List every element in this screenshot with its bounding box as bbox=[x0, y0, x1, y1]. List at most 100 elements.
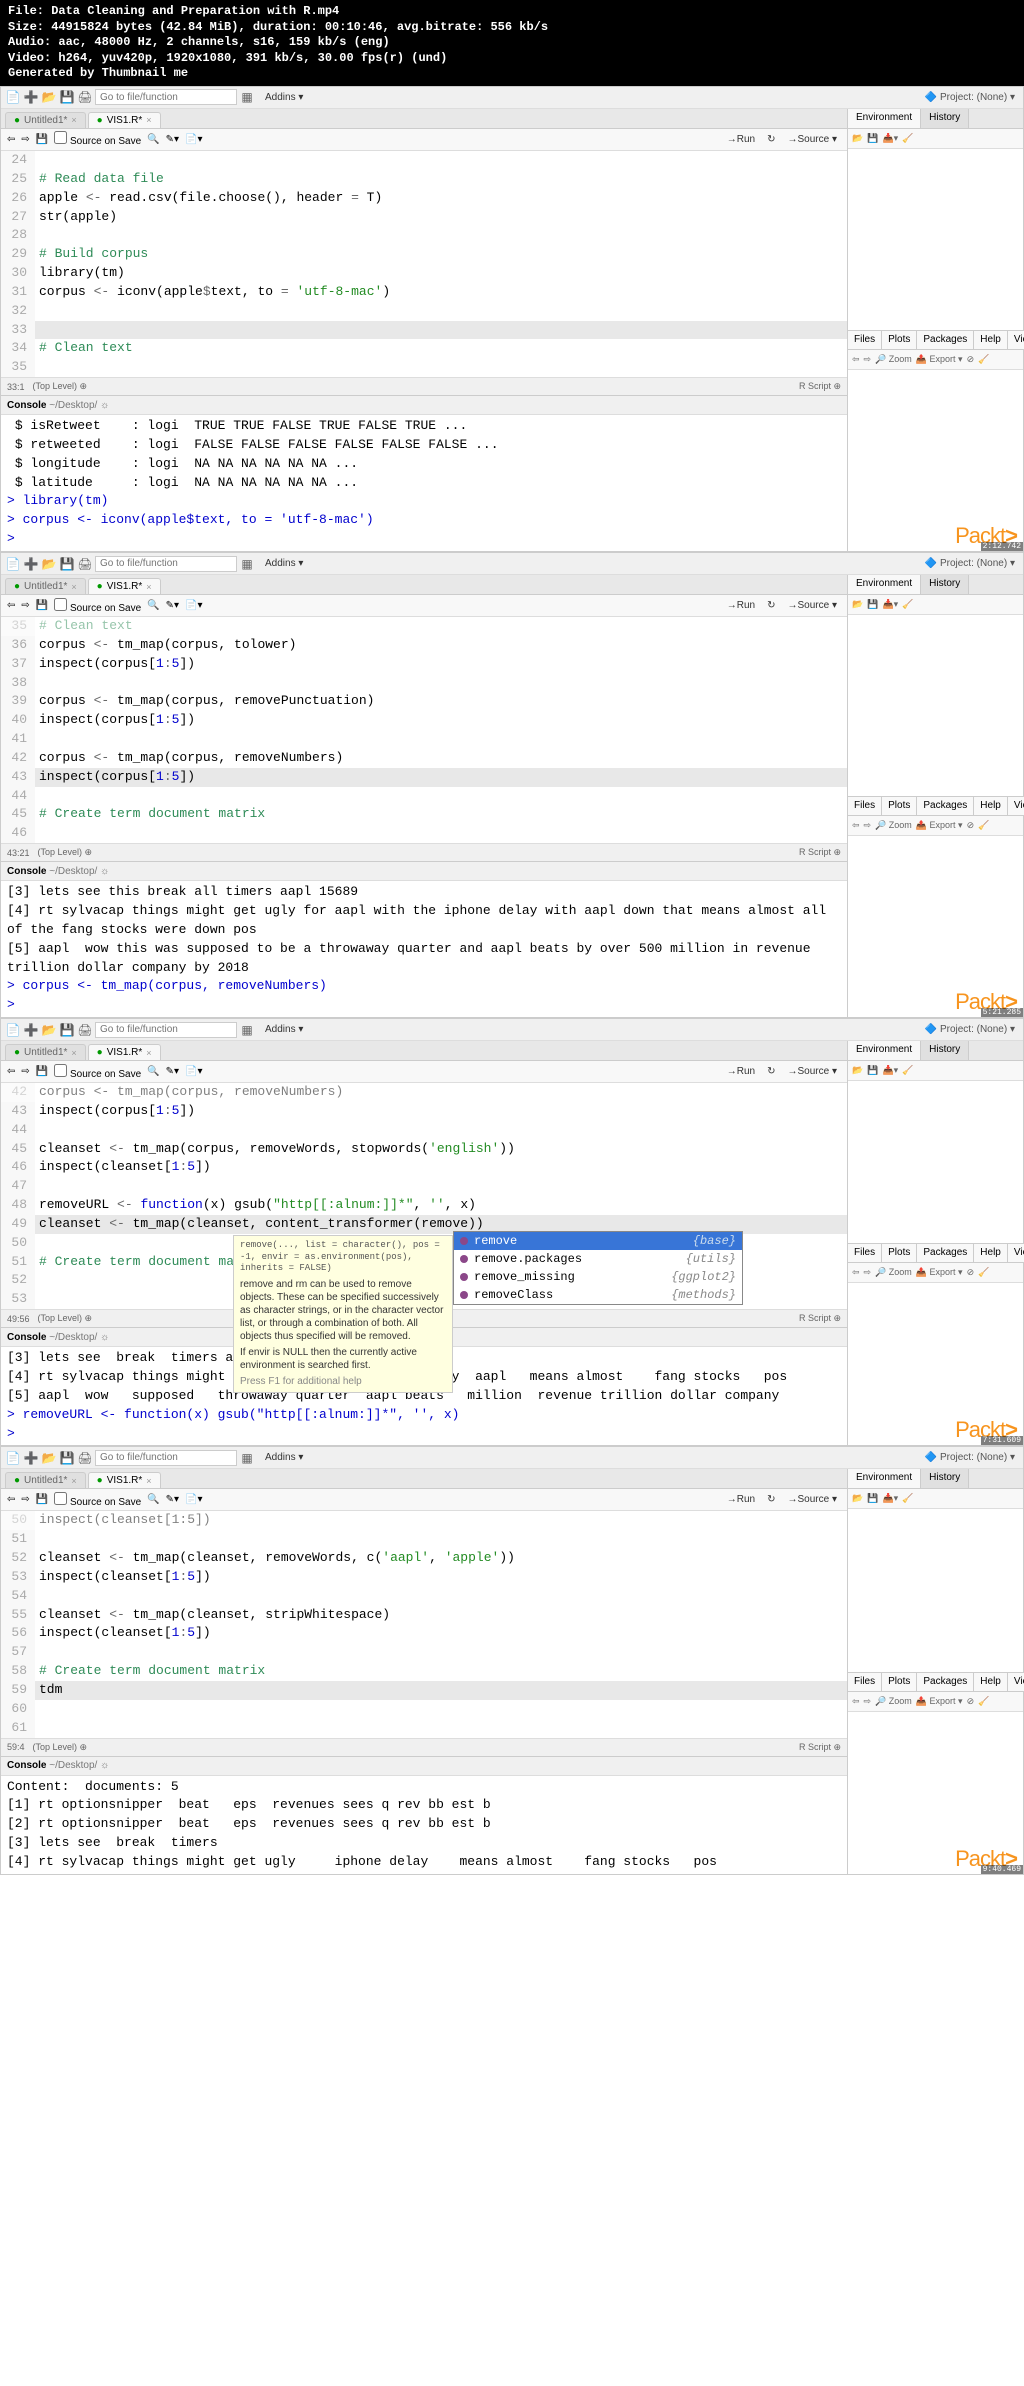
source-button[interactable]: →Source ▾ bbox=[784, 1493, 841, 1506]
load-icon[interactable]: 📂 bbox=[852, 1493, 863, 1504]
project-selector[interactable]: 🔷 Project: (None) ▾ bbox=[925, 1452, 1019, 1463]
export-btn[interactable]: 📤 Export ▾ bbox=[916, 1696, 963, 1707]
open-icon[interactable]: 📂 bbox=[41, 1022, 57, 1038]
save-btn[interactable]: 💾 bbox=[36, 1066, 48, 1077]
run-button[interactable]: →Run bbox=[723, 133, 759, 146]
go-to-input[interactable] bbox=[95, 1022, 237, 1038]
find-icon[interactable]: 🔍 bbox=[147, 1066, 159, 1077]
export-btn[interactable]: 📤 Export ▾ bbox=[916, 1267, 963, 1278]
tab-files[interactable]: Files bbox=[848, 797, 882, 815]
wand-icon[interactable]: ✎▾ bbox=[166, 1494, 179, 1505]
new-icon[interactable]: 📄 bbox=[5, 1022, 21, 1038]
tab-environment[interactable]: Environment bbox=[848, 575, 921, 594]
source-on-save[interactable]: Source on Save bbox=[54, 598, 141, 614]
rerun-button[interactable]: ↻ bbox=[763, 1065, 779, 1078]
zoom-btn[interactable]: 🔎 Zoom bbox=[875, 354, 912, 365]
print-icon[interactable]: 🖨 bbox=[77, 556, 93, 572]
scope-indicator[interactable]: (Top Level) ⊕ bbox=[33, 1742, 88, 1753]
load-icon[interactable]: 📂 bbox=[852, 599, 863, 610]
save-env-icon[interactable]: 💾 bbox=[867, 133, 878, 144]
wand-icon[interactable]: ✎▾ bbox=[166, 1066, 179, 1077]
rerun-button[interactable]: ↻ bbox=[763, 599, 779, 612]
plus-icon[interactable]: ➕ bbox=[23, 1022, 39, 1038]
zoom-btn[interactable]: 🔎 Zoom bbox=[875, 1267, 912, 1278]
tab-viewer[interactable]: Viewer bbox=[1008, 1673, 1024, 1691]
scope-indicator[interactable]: (Top Level) ⊕ bbox=[38, 1313, 93, 1324]
zoom-btn[interactable]: 🔎 Zoom bbox=[875, 1696, 912, 1707]
wand-icon[interactable]: ✎▾ bbox=[166, 134, 179, 145]
prev-plot-icon[interactable]: ⇦ bbox=[852, 820, 860, 831]
clear-plots-icon[interactable]: 🧹 bbox=[978, 1696, 989, 1707]
source-button[interactable]: →Source ▾ bbox=[784, 599, 841, 612]
addins-menu[interactable]: Addins ▾ bbox=[257, 92, 311, 103]
back-icon[interactable]: ⇦ bbox=[7, 600, 15, 611]
save-icon[interactable]: 💾 bbox=[59, 1450, 75, 1466]
find-icon[interactable]: 🔍 bbox=[147, 1494, 159, 1505]
code-editor[interactable]: 35# Clean text36corpus <- tm_map(corpus,… bbox=[1, 617, 847, 843]
tab-script[interactable]: ●VIS1.R*× bbox=[88, 578, 161, 594]
project-selector[interactable]: 🔷 Project: (None) ▾ bbox=[925, 92, 1019, 103]
go-to-input[interactable] bbox=[95, 556, 237, 572]
zoom-btn[interactable]: 🔎 Zoom bbox=[875, 820, 912, 831]
save-env-icon[interactable]: 💾 bbox=[867, 1493, 878, 1504]
run-button[interactable]: →Run bbox=[723, 1493, 759, 1506]
next-plot-icon[interactable]: ⇨ bbox=[864, 1696, 872, 1707]
print-icon[interactable]: 🖨 bbox=[77, 89, 93, 105]
tab-files[interactable]: Files bbox=[848, 1673, 882, 1691]
source-on-save[interactable]: Source on Save bbox=[54, 1064, 141, 1080]
addins-menu[interactable]: Addins ▾ bbox=[257, 1024, 311, 1035]
wand-icon[interactable]: ✎▾ bbox=[166, 600, 179, 611]
tab-history[interactable]: History bbox=[921, 1041, 969, 1060]
load-icon[interactable]: 📂 bbox=[852, 133, 863, 144]
tab-history[interactable]: History bbox=[921, 1469, 969, 1488]
tab-plots[interactable]: Plots bbox=[882, 797, 917, 815]
tab-packages[interactable]: Packages bbox=[917, 797, 974, 815]
tab-untitled[interactable]: ●Untitled1*× bbox=[5, 1044, 86, 1060]
compile-icon[interactable]: 📄▾ bbox=[185, 600, 202, 611]
tab-packages[interactable]: Packages bbox=[917, 1244, 974, 1262]
back-icon[interactable]: ⇦ bbox=[7, 1494, 15, 1505]
forward-icon[interactable]: ⇨ bbox=[21, 134, 29, 145]
autocomplete-item[interactable]: remove{base} bbox=[454, 1232, 742, 1250]
save-icon[interactable]: 💾 bbox=[59, 89, 75, 105]
scope-indicator[interactable]: (Top Level) ⊕ bbox=[38, 847, 93, 858]
autocomplete-item[interactable]: remove_missing{ggplot2} bbox=[454, 1268, 742, 1286]
autocomplete-item[interactable]: remove.packages{utils} bbox=[454, 1250, 742, 1268]
next-plot-icon[interactable]: ⇨ bbox=[864, 354, 872, 365]
tab-plots[interactable]: Plots bbox=[882, 1244, 917, 1262]
source-button[interactable]: →Source ▾ bbox=[784, 1065, 841, 1078]
file-type[interactable]: R Script ⊕ bbox=[799, 1742, 841, 1753]
tab-help[interactable]: Help bbox=[974, 331, 1008, 349]
compile-icon[interactable]: 📄▾ bbox=[185, 1066, 202, 1077]
save-icon[interactable]: 💾 bbox=[59, 556, 75, 572]
tab-untitled[interactable]: ●Untitled1*× bbox=[5, 1472, 86, 1488]
clear-plots-icon[interactable]: 🧹 bbox=[978, 1267, 989, 1278]
back-icon[interactable]: ⇦ bbox=[7, 134, 15, 145]
import-icon[interactable]: 📥▾ bbox=[882, 1065, 898, 1076]
new-icon[interactable]: 📄 bbox=[5, 1450, 21, 1466]
tab-files[interactable]: Files bbox=[848, 331, 882, 349]
grid-icon[interactable]: ▦ bbox=[239, 1450, 255, 1466]
run-button[interactable]: →Run bbox=[723, 1065, 759, 1078]
addins-menu[interactable]: Addins ▾ bbox=[257, 558, 311, 569]
open-icon[interactable]: 📂 bbox=[41, 556, 57, 572]
tab-help[interactable]: Help bbox=[974, 797, 1008, 815]
compile-icon[interactable]: 📄▾ bbox=[185, 134, 202, 145]
tab-environment[interactable]: Environment bbox=[848, 1041, 921, 1060]
project-selector[interactable]: 🔷 Project: (None) ▾ bbox=[925, 1024, 1019, 1035]
code-editor[interactable]: 2425# Read data file26apple <- read.csv(… bbox=[1, 151, 847, 377]
grid-icon[interactable]: ▦ bbox=[239, 89, 255, 105]
broom-icon[interactable]: 🧹 bbox=[902, 1065, 913, 1076]
file-type[interactable]: R Script ⊕ bbox=[799, 381, 841, 392]
plus-icon[interactable]: ➕ bbox=[23, 556, 39, 572]
new-icon[interactable]: 📄 bbox=[5, 89, 21, 105]
tab-plots[interactable]: Plots bbox=[882, 1673, 917, 1691]
next-plot-icon[interactable]: ⇨ bbox=[864, 1267, 872, 1278]
tab-viewer[interactable]: Viewer bbox=[1008, 1244, 1024, 1262]
tab-viewer[interactable]: Viewer bbox=[1008, 331, 1024, 349]
back-icon[interactable]: ⇦ bbox=[7, 1066, 15, 1077]
print-icon[interactable]: 🖨 bbox=[77, 1022, 93, 1038]
code-editor[interactable]: 50inspect(cleanset[1:5])5152cleanset <- … bbox=[1, 1511, 847, 1737]
compile-icon[interactable]: 📄▾ bbox=[185, 1494, 202, 1505]
prev-plot-icon[interactable]: ⇦ bbox=[852, 354, 860, 365]
